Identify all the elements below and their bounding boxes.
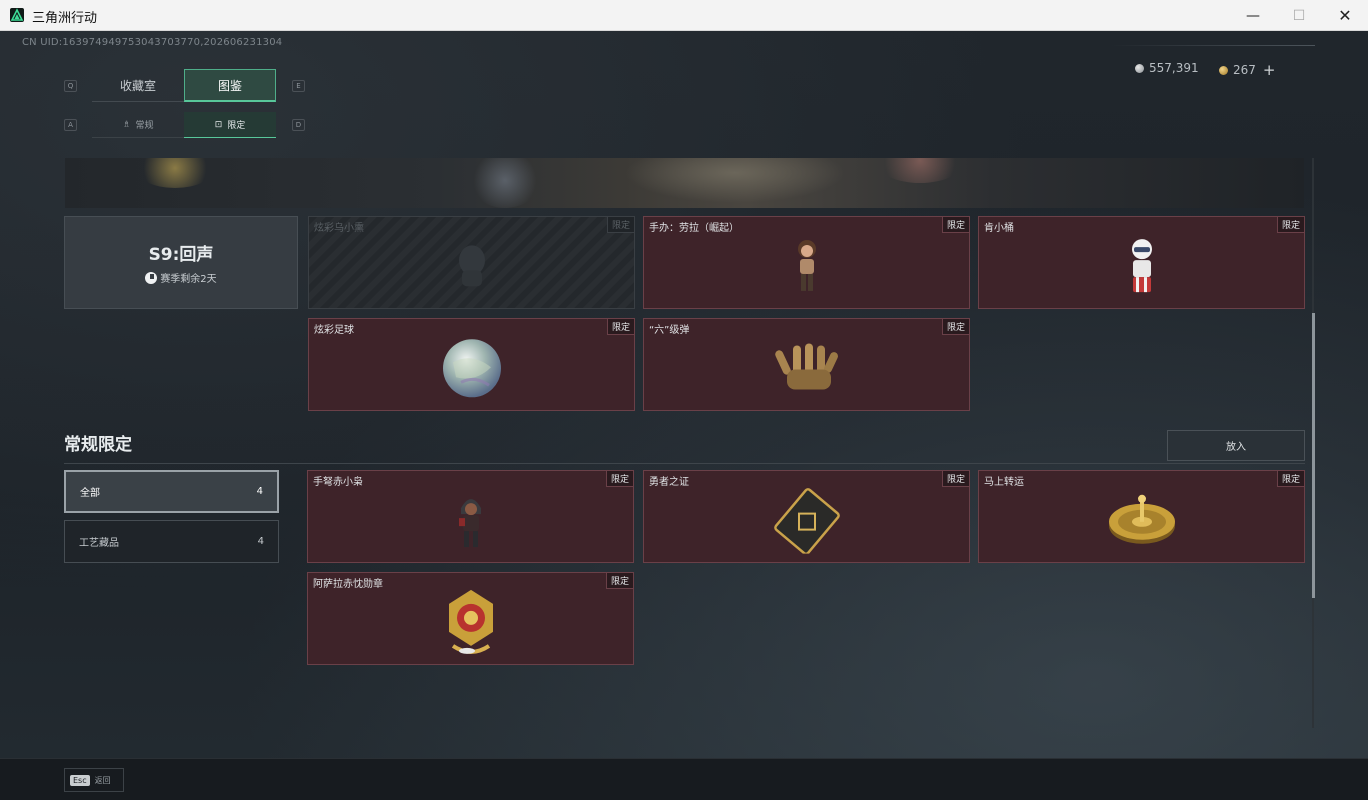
section-title: 常规限定 bbox=[64, 435, 132, 455]
section-divider bbox=[64, 463, 1305, 464]
filter-all[interactable]: 全部 4 bbox=[64, 470, 279, 513]
subtab-regular[interactable]: ♗ 常规 bbox=[92, 112, 184, 138]
limited-badge: 限定 bbox=[606, 217, 634, 233]
footer-bar: Esc 返回 bbox=[0, 758, 1368, 800]
card-name: 勇者之证 bbox=[649, 477, 689, 488]
subtab-regular-label: 常规 bbox=[135, 121, 154, 131]
collectible-card[interactable]: 肯小桶 限定 bbox=[978, 216, 1305, 309]
key-hint-q: Q bbox=[64, 80, 77, 92]
back-button[interactable]: Esc 返回 bbox=[64, 768, 124, 792]
card-name: 手弩赤小枭 bbox=[313, 477, 363, 488]
soccer-ball-icon bbox=[441, 337, 503, 403]
game-viewport: CN UID:16397494975304370377​0,2026062313… bbox=[0, 31, 1368, 800]
minimize-button[interactable]: — bbox=[1230, 0, 1276, 31]
header-divider bbox=[1110, 45, 1315, 46]
season-remaining-row: 赛季剩余2天 bbox=[145, 270, 217, 285]
trophy-icon: ♗ bbox=[122, 119, 131, 130]
collectible-card-locked[interactable]: 炫彩乌小熏 限定 bbox=[308, 216, 635, 309]
collectible-card[interactable]: “六”级弹 限定 bbox=[643, 318, 970, 411]
collectible-card[interactable]: 手弩赤小枭 限定 bbox=[307, 470, 634, 563]
silver-coin-icon bbox=[1135, 63, 1144, 73]
gold-currency: 267 + bbox=[1219, 61, 1275, 79]
app-logo-icon bbox=[10, 8, 24, 22]
collectible-card[interactable]: 阿萨拉赤忱勋章 限定 bbox=[307, 572, 634, 665]
silver-currency: 557,391 bbox=[1135, 61, 1199, 75]
add-currency-button[interactable]: + bbox=[1263, 61, 1276, 79]
filter-all-count: 4 bbox=[256, 486, 263, 497]
clock-icon bbox=[145, 271, 158, 284]
card-name: 炫彩足球 bbox=[314, 325, 354, 336]
image-frame-icon: ⊡ bbox=[214, 119, 223, 130]
figure-crossbow-owl-icon bbox=[453, 490, 489, 554]
card-name: 手办：劳拉（崛起） bbox=[649, 223, 739, 234]
limited-badge: 限定 bbox=[1276, 471, 1304, 487]
figure-lara-icon bbox=[789, 236, 825, 298]
gold-coin-icon bbox=[1219, 65, 1228, 75]
player-uid: CN UID:16397494975304370377​0,2026062313… bbox=[22, 37, 283, 48]
limited-badge: 限定 bbox=[941, 319, 969, 335]
card-name: “六”级弹 bbox=[649, 325, 690, 336]
card-name: 炫彩乌小熏 bbox=[314, 223, 364, 234]
limited-badge: 限定 bbox=[1276, 217, 1304, 233]
season-remaining: 赛季剩余2天 bbox=[160, 274, 217, 285]
collectible-card[interactable]: 勇者之证 限定 bbox=[643, 470, 970, 563]
collectible-card[interactable]: 马上转运 限定 bbox=[978, 470, 1305, 563]
tab-collection-room[interactable]: 收藏室 bbox=[92, 69, 184, 102]
filter-all-label: 全部 bbox=[80, 488, 100, 499]
key-hint-e: E bbox=[292, 80, 305, 92]
subtab-limited[interactable]: ⊡ 限定 bbox=[184, 112, 276, 138]
brave-card-icon bbox=[772, 487, 842, 557]
close-button[interactable]: ✕ bbox=[1322, 0, 1368, 31]
key-hint-a: A bbox=[64, 119, 77, 131]
gold-amount: 267 bbox=[1233, 63, 1256, 77]
put-in-button[interactable]: 放入 bbox=[1167, 430, 1305, 461]
season-info-panel: S9:回声 赛季剩余2天 bbox=[64, 216, 298, 309]
fortune-wheel-icon bbox=[1106, 491, 1178, 551]
back-label: 返回 bbox=[94, 775, 111, 785]
key-hint-d: D bbox=[292, 119, 305, 131]
limited-badge: 限定 bbox=[941, 471, 969, 487]
bullet-hand-icon bbox=[771, 341, 843, 397]
subtab-limited-label: 限定 bbox=[227, 121, 246, 131]
collectible-silhouette-icon bbox=[452, 240, 492, 294]
maximize-button[interactable]: ☐ bbox=[1276, 0, 1322, 31]
figure-kfc-icon bbox=[1123, 236, 1161, 300]
filter-craft-count: 4 bbox=[257, 536, 264, 547]
medal-icon bbox=[443, 587, 499, 661]
collectible-card[interactable]: 炫彩足球 限定 bbox=[308, 318, 635, 411]
window-titlebar: 三角洲行动 — ☐ ✕ bbox=[0, 0, 1368, 31]
limited-badge: 限定 bbox=[605, 471, 633, 487]
scrollbar-thumb[interactable] bbox=[1312, 313, 1315, 598]
esc-key-icon: Esc bbox=[70, 774, 90, 786]
limited-badge: 限定 bbox=[941, 217, 969, 233]
season-title: S9:回声 bbox=[148, 245, 214, 265]
filter-craft-label: 工艺藏品 bbox=[79, 538, 119, 549]
card-name: 阿萨拉赤忱勋章 bbox=[313, 579, 383, 590]
card-name: 肯小桶 bbox=[984, 223, 1014, 234]
window-title: 三角洲行动 bbox=[32, 11, 98, 26]
card-name: 马上转运 bbox=[984, 477, 1024, 488]
season-banner-image bbox=[65, 158, 1304, 208]
limited-badge: 限定 bbox=[605, 573, 633, 589]
limited-badge: 限定 bbox=[606, 319, 634, 335]
tab-codex[interactable]: 图鉴 bbox=[184, 69, 276, 102]
collectible-card[interactable]: 手办：劳拉（崛起） 限定 bbox=[643, 216, 970, 309]
silver-amount: 557,391 bbox=[1149, 61, 1199, 75]
filter-craft-items[interactable]: 工艺藏品 4 bbox=[64, 520, 279, 563]
